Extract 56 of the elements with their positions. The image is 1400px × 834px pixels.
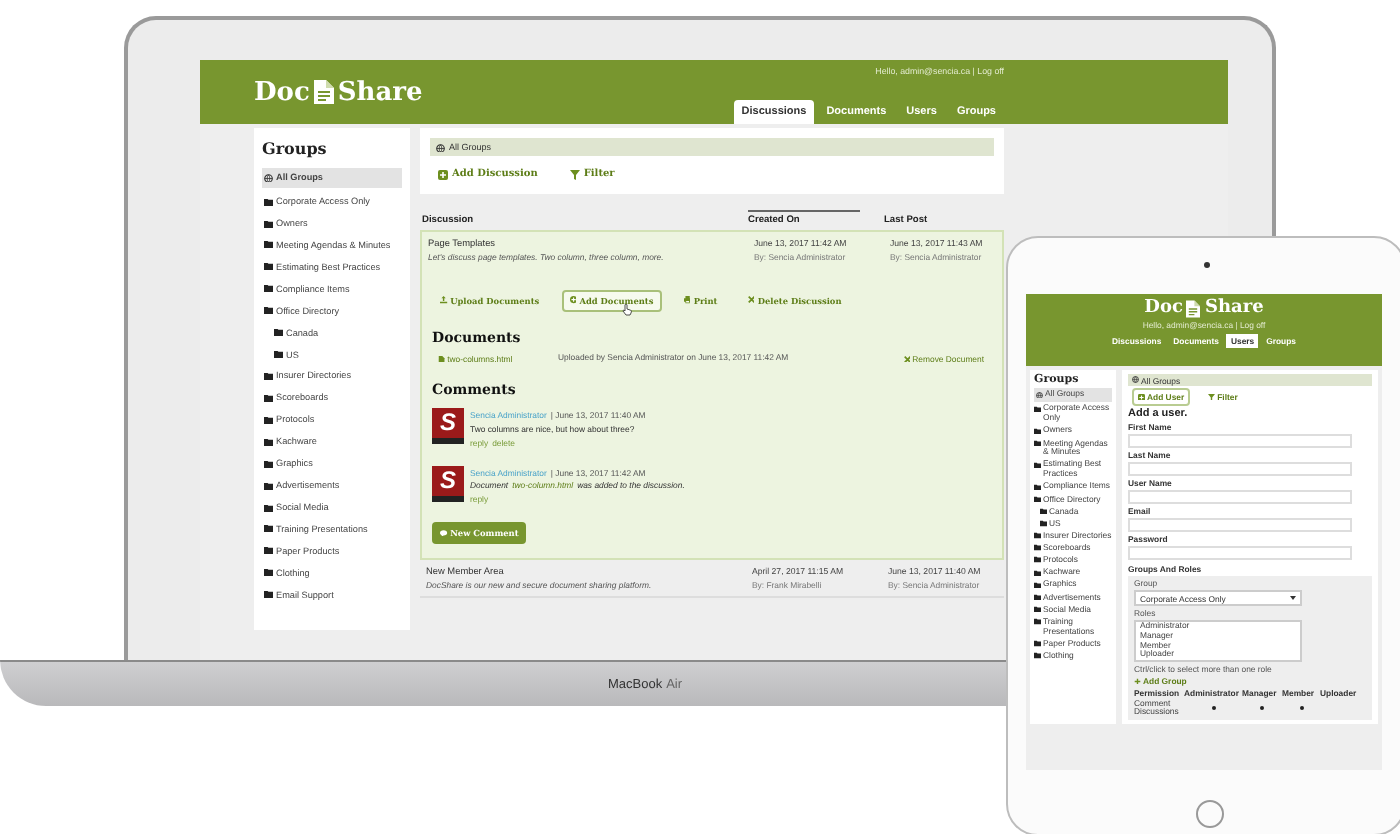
avatar: S bbox=[432, 465, 464, 502]
input-field[interactable] bbox=[1128, 489, 1352, 504]
folder-icon bbox=[264, 481, 273, 491]
input-field[interactable] bbox=[1128, 461, 1352, 476]
folder-icon bbox=[274, 350, 283, 360]
folder-icon bbox=[264, 219, 273, 229]
globe-icon bbox=[1036, 391, 1043, 399]
folder-icon bbox=[264, 262, 273, 272]
globe-icon bbox=[1132, 376, 1139, 384]
filter-icon bbox=[569, 169, 580, 179]
filter-icon bbox=[1208, 393, 1216, 401]
upload-icon bbox=[440, 296, 448, 304]
caret-icon bbox=[1290, 596, 1296, 601]
avatar: S bbox=[432, 408, 464, 444]
input-field[interactable] bbox=[1128, 517, 1352, 532]
logo-text: Doc bbox=[1144, 298, 1183, 318]
file-icon bbox=[438, 355, 446, 363]
folder-icon bbox=[264, 503, 273, 513]
folder-icon bbox=[264, 459, 273, 469]
close-icon bbox=[747, 296, 755, 304]
folder-icon bbox=[264, 284, 273, 294]
logo-text: Doc bbox=[254, 77, 310, 107]
folder-icon bbox=[264, 197, 273, 207]
plus-circle-icon bbox=[569, 296, 577, 304]
folder-icon bbox=[264, 590, 273, 600]
folder-icon bbox=[264, 240, 273, 250]
document-icon bbox=[1186, 299, 1201, 317]
folder-icon bbox=[264, 568, 273, 578]
camera-icon bbox=[1204, 262, 1210, 268]
folder-icon bbox=[264, 393, 273, 403]
sidebar-title: Groups bbox=[262, 138, 329, 158]
print-icon bbox=[683, 296, 691, 304]
folder-icon bbox=[264, 306, 273, 316]
folder-icon bbox=[1034, 461, 1041, 469]
plus-icon bbox=[1138, 393, 1145, 401]
folder-icon bbox=[264, 546, 273, 556]
folder-icon bbox=[264, 437, 273, 447]
discussion-row[interactable] bbox=[420, 230, 1004, 561]
input-field[interactable] bbox=[1128, 433, 1352, 448]
folder-icon bbox=[264, 371, 273, 381]
speech-bubble-icon bbox=[440, 529, 448, 537]
plus-icon bbox=[1134, 677, 1141, 685]
hand-cursor-icon bbox=[621, 303, 632, 315]
folder-icon bbox=[1034, 405, 1041, 413]
close-icon bbox=[903, 355, 911, 363]
folder-icon bbox=[274, 328, 283, 338]
globe-icon bbox=[436, 143, 445, 152]
globe-icon bbox=[264, 173, 273, 183]
logo-text: Share bbox=[337, 77, 423, 107]
plus-icon bbox=[438, 169, 448, 179]
folder-icon bbox=[264, 524, 273, 534]
folder-icon bbox=[264, 415, 273, 425]
logo-text: Share bbox=[1204, 298, 1264, 318]
document-icon bbox=[313, 80, 334, 104]
home-button[interactable] bbox=[1196, 800, 1224, 828]
input-field[interactable] bbox=[1128, 545, 1352, 560]
